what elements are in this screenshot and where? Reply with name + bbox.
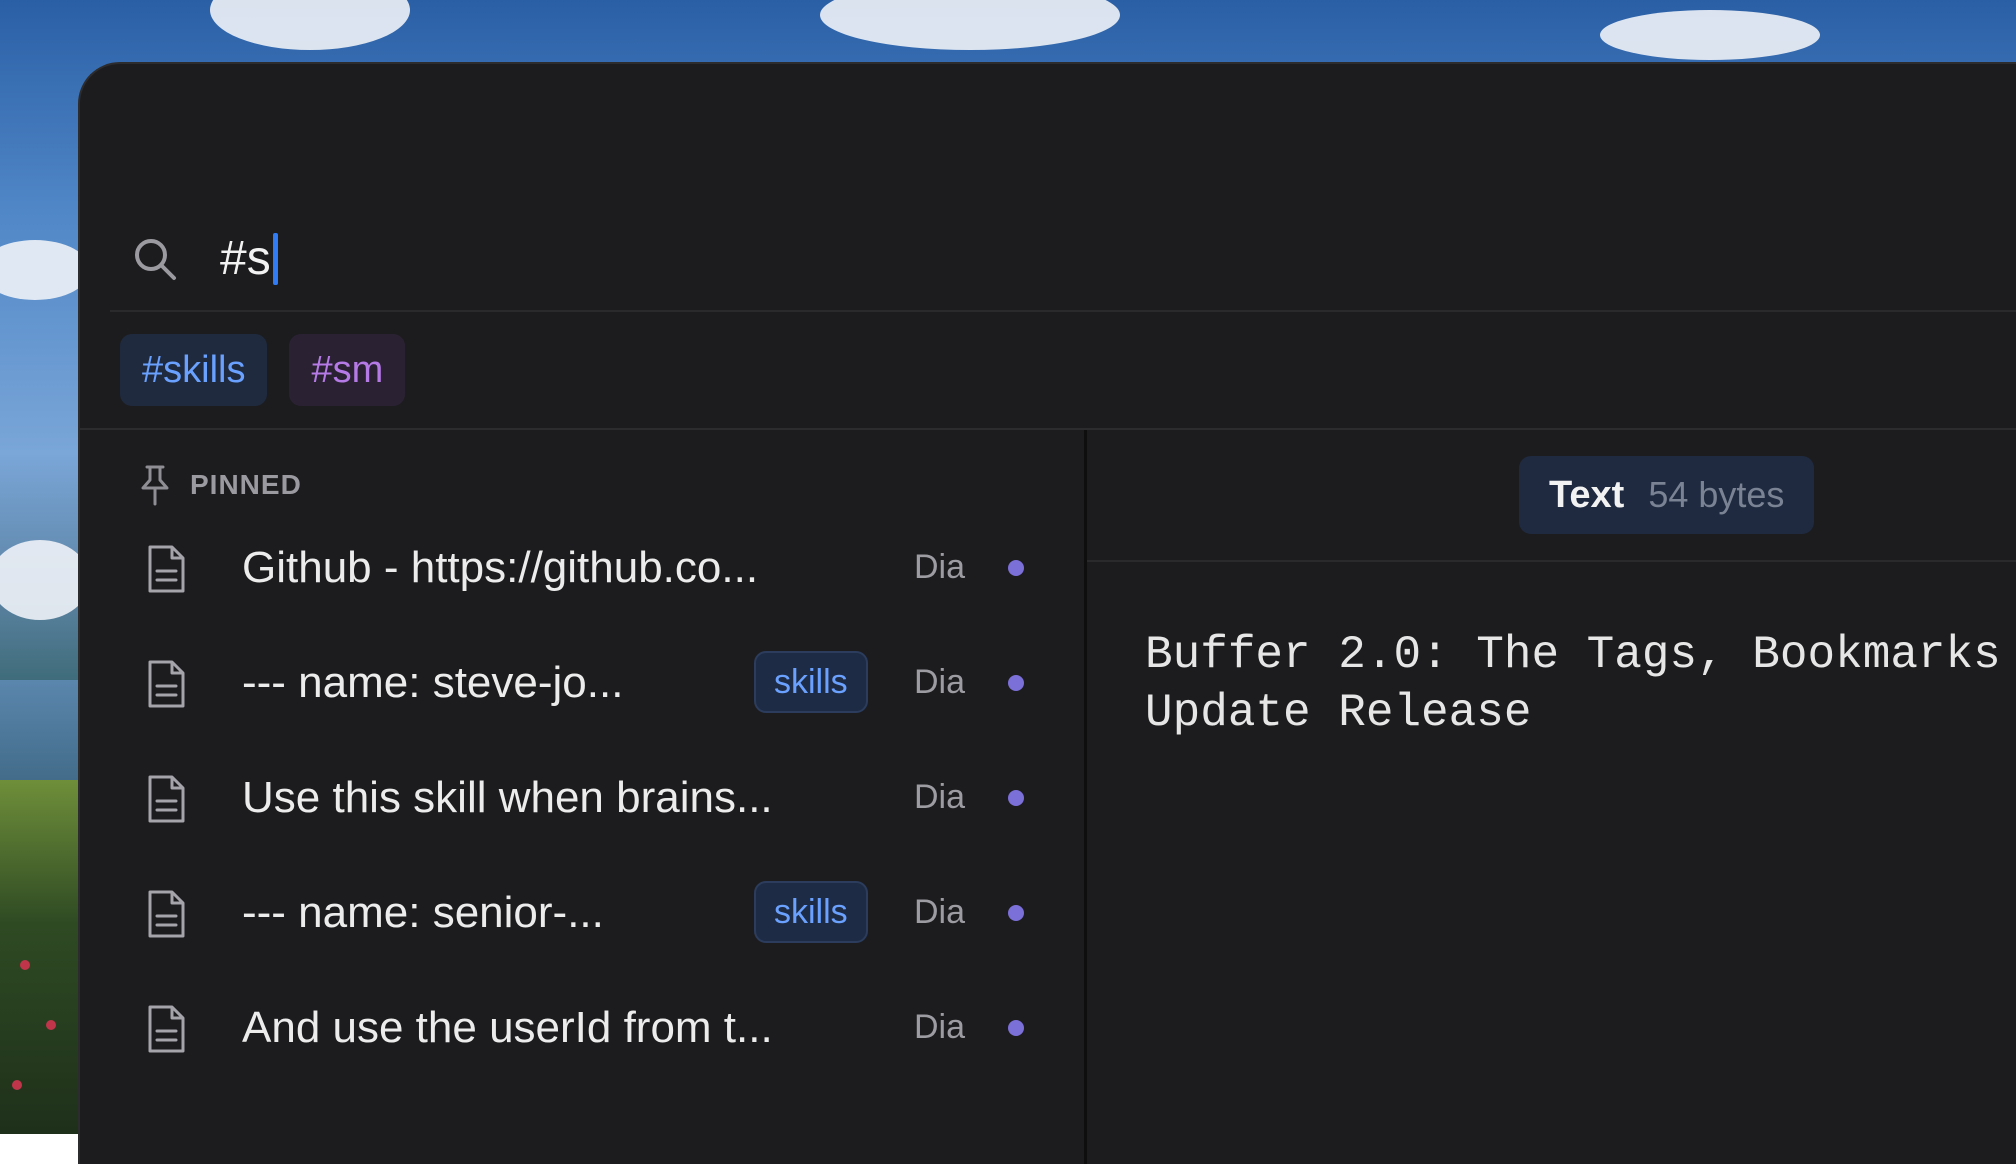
wallpaper-flower	[12, 1080, 22, 1090]
wallpaper-cloud	[210, 0, 410, 50]
item-source-app: Dia	[914, 893, 966, 931]
item-status-dot	[1008, 790, 1024, 806]
item-source-app: Dia	[914, 548, 966, 586]
search-input[interactable]: #s	[220, 224, 278, 294]
document-icon	[148, 890, 185, 938]
wallpaper-flower	[46, 1020, 56, 1030]
tag-suggestion-sm[interactable]: #sm	[289, 334, 406, 406]
section-label: PINNED	[190, 469, 302, 500]
item-status-dot	[1008, 1020, 1024, 1036]
preview-content[interactable]: Buffer 2.0: The Tags, Bookmarks Update R…	[1145, 626, 2016, 742]
item-status-dot	[1008, 560, 1024, 576]
content-type-label: Text	[1549, 473, 1625, 516]
content-type-badge: Text 54 bytes	[1519, 456, 1815, 534]
item-status-dot	[1008, 905, 1024, 921]
search-bar: #s	[80, 214, 2016, 304]
item-title: And use the userId from t...	[242, 1003, 773, 1052]
list-item[interactable]: And use the userId from t... Dia	[80, 978, 1084, 1078]
clipboard-window: #s #skills #sm PINNED Github - https://g…	[78, 62, 2016, 1164]
document-icon	[148, 545, 185, 593]
clip-list: PINNED Github - https://github.co... Dia…	[80, 430, 1084, 1164]
pin-icon	[141, 465, 169, 506]
wallpaper-cloud	[820, 0, 1120, 50]
list-item[interactable]: Use this skill when brains... Dia	[80, 748, 1084, 848]
tag-suggestion-skills[interactable]: #skills	[120, 334, 268, 406]
preview-pane: Text 54 bytes Buffer 2.0: The Tags, Book…	[1087, 430, 2016, 1164]
item-title: --- name: steve-jo...	[242, 658, 624, 707]
search-icon	[135, 239, 176, 280]
wallpaper-cloud	[0, 240, 90, 300]
content-size-label: 54 bytes	[1648, 474, 1785, 515]
divider	[1087, 560, 2016, 562]
item-title: Github - https://github.co...	[242, 543, 759, 592]
pinned-section-header: PINNED	[138, 460, 302, 510]
text-caret	[272, 233, 278, 285]
document-icon	[148, 1005, 185, 1053]
item-source-app: Dia	[914, 1008, 966, 1046]
wallpaper-flower	[20, 960, 30, 970]
list-item[interactable]: --- name: senior-... skills Dia	[80, 863, 1084, 963]
item-tag-badge[interactable]: skills	[754, 881, 868, 943]
document-icon	[148, 660, 185, 708]
item-title: Use this skill when brains...	[242, 773, 773, 822]
list-item[interactable]: Github - https://github.co... Dia	[80, 518, 1084, 618]
list-item[interactable]: --- name: steve-jo... skills Dia	[80, 633, 1084, 733]
document-icon	[148, 775, 185, 823]
search-query: #s	[220, 232, 271, 285]
tag-suggestions: #skills #sm	[120, 334, 406, 410]
item-tag-badge[interactable]: skills	[754, 651, 868, 713]
item-source-app: Dia	[914, 663, 966, 701]
wallpaper-cloud	[1600, 10, 1820, 60]
divider	[110, 310, 2016, 312]
item-title: --- name: senior-...	[242, 888, 604, 937]
item-status-dot	[1008, 675, 1024, 691]
item-source-app: Dia	[914, 778, 966, 816]
wallpaper-cloud	[0, 540, 90, 620]
